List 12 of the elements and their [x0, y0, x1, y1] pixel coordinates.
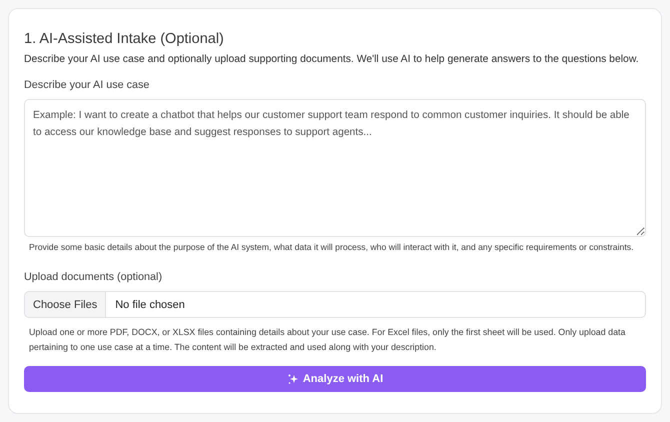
- section-title: 1. AI-Assisted Intake (Optional): [24, 31, 225, 47]
- sparkle-icon: [286, 373, 299, 385]
- upload-hint: Upload one or more PDF, DOCX, or XLSX files containing details about your use case. For Excel files, only the first sheet will be used. Only upload data pertaining to one use case at a time. The content will be extracted and used along with your description.: [29, 326, 626, 354]
- section-description: Describe your AI use case and optionally upload supporting documents. We'll use AI to help generate answers to the questions below.: [24, 54, 640, 65]
- analyze-button[interactable]: Analyze with AI: [24, 366, 646, 392]
- use-case-field[interactable]: Example: I want to create a chatbot that helps our customer support team respond to common customer inquiries. It should be able to access our knowledge base and suggest responses to support agents...: [24, 99, 646, 237]
- field-hint: Provide some basic details about the purpose of the AI system, what data it will process, who will interact with it, and any specific requirements or constraints.: [29, 242, 635, 252]
- file-status: No file chosen: [115, 298, 185, 310]
- choose-files-button[interactable]: Choose Files: [25, 292, 106, 317]
- field-label: Describe your AI use case: [24, 79, 150, 91]
- file-field[interactable]: Choose Files No file chosen: [24, 291, 646, 318]
- field-label: Upload documents (optional): [24, 271, 164, 283]
